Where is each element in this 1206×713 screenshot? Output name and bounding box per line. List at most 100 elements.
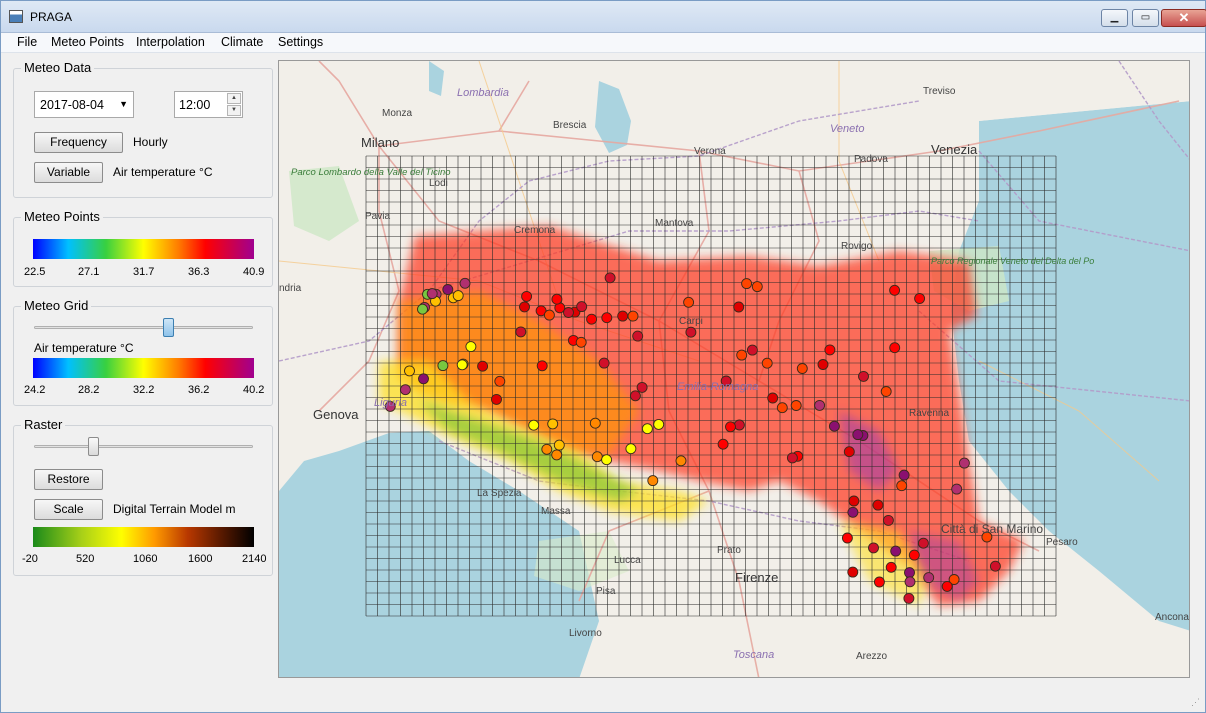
meteo-point-marker bbox=[417, 303, 428, 315]
meteo-point-marker bbox=[683, 296, 695, 308]
city-label: Genova bbox=[313, 407, 359, 422]
meteo-point-marker bbox=[591, 451, 603, 463]
scale-button[interactable]: Scale bbox=[34, 499, 103, 520]
meteo-point-marker bbox=[790, 400, 802, 411]
meteo-point-marker bbox=[399, 384, 411, 396]
app-window: PRAGA ▁ ▭ ✕ File Meteo Points Interpolat… bbox=[0, 0, 1206, 713]
town-label: Massa bbox=[541, 506, 571, 517]
meteo-points-title: Meteo Points bbox=[21, 209, 103, 224]
meteo-grid-colorbar bbox=[33, 358, 254, 378]
minimize-button[interactable]: ▁ bbox=[1101, 9, 1128, 27]
meteo-point-marker bbox=[736, 349, 748, 361]
time-spinbox[interactable]: 12:00 ▲ ▼ bbox=[174, 91, 243, 118]
variable-value: Air temperature °C bbox=[113, 165, 213, 179]
menu-climate[interactable]: Climate bbox=[221, 35, 263, 49]
town-label: Brescia bbox=[553, 120, 587, 131]
meteo-point-marker bbox=[824, 344, 836, 356]
meteo-point-marker bbox=[494, 375, 506, 387]
park-label: Parco Lombardo della Valle del Ticino bbox=[291, 167, 451, 178]
meteo-point-marker bbox=[817, 359, 829, 370]
meteo-point-marker bbox=[465, 341, 477, 353]
raster-panel: Raster Restore Scale Digital Terrain Mod… bbox=[13, 417, 273, 576]
meteo-point-marker bbox=[917, 537, 929, 549]
points-tick-4: 40.9 bbox=[243, 266, 265, 278]
restore-button[interactable]: Restore bbox=[34, 469, 103, 490]
meteo-point-marker bbox=[889, 284, 901, 296]
meteo-points-colorbar bbox=[33, 239, 254, 259]
points-tick-2: 31.7 bbox=[133, 266, 155, 278]
meteo-point-marker bbox=[601, 454, 613, 466]
meteo-point-marker bbox=[914, 293, 926, 304]
meteo-point-marker bbox=[898, 469, 910, 481]
meteo-point-marker bbox=[814, 399, 826, 411]
meteo-point-marker bbox=[604, 272, 616, 284]
raster-tick-4: 2140 bbox=[242, 553, 267, 565]
meteo-point-marker bbox=[923, 572, 935, 584]
date-select[interactable]: 2017-08-04 ▼ bbox=[34, 91, 134, 118]
meteo-point-marker bbox=[908, 549, 920, 561]
time-value: 12:00 bbox=[179, 98, 211, 112]
meteo-point-marker bbox=[598, 357, 610, 369]
meteo-point-marker bbox=[725, 421, 736, 433]
town-label: Ravenna bbox=[909, 408, 949, 419]
meteo-point-marker bbox=[653, 418, 665, 430]
meteo-point-marker bbox=[404, 365, 415, 377]
town-label: Padova bbox=[854, 154, 888, 165]
meteo-point-marker bbox=[989, 560, 1001, 572]
town-label: Carpi bbox=[679, 316, 703, 327]
raster-tick-1: 520 bbox=[76, 553, 95, 565]
frequency-button[interactable]: Frequency bbox=[34, 132, 123, 153]
meteo-grid-slider-handle[interactable] bbox=[163, 318, 174, 337]
meteo-point-marker bbox=[796, 363, 808, 374]
raster-slider-track[interactable] bbox=[34, 445, 253, 448]
meteo-point-marker bbox=[576, 301, 588, 313]
meteo-point-marker bbox=[547, 418, 559, 430]
town-label: Lodi bbox=[429, 178, 448, 189]
meteo-point-marker bbox=[885, 561, 897, 573]
menu-settings[interactable]: Settings bbox=[278, 35, 323, 49]
meteo-point-marker bbox=[786, 452, 798, 464]
meteo-grid-slider-track[interactable] bbox=[34, 326, 253, 329]
city-label: Venezia bbox=[931, 142, 978, 157]
meteo-point-marker bbox=[541, 443, 553, 455]
meteo-grid-variable: Air temperature °C bbox=[34, 341, 134, 355]
town-label: ndria bbox=[279, 283, 302, 294]
grid-tick-2: 32.2 bbox=[133, 384, 155, 396]
close-button[interactable]: ✕ bbox=[1161, 9, 1206, 27]
menu-interpolation[interactable]: Interpolation bbox=[136, 35, 205, 49]
meteo-point-marker bbox=[958, 457, 970, 469]
meteo-point-marker bbox=[647, 475, 659, 487]
variable-button[interactable]: Variable bbox=[34, 162, 103, 183]
town-label: Prato bbox=[717, 545, 741, 556]
meteo-point-marker bbox=[868, 542, 879, 554]
points-tick-1: 27.1 bbox=[78, 266, 100, 278]
meteo-point-marker bbox=[741, 278, 753, 290]
raster-colorbar bbox=[33, 527, 254, 547]
city-label: Firenze bbox=[735, 570, 778, 585]
meteo-point-marker bbox=[519, 301, 530, 313]
meteo-point-marker bbox=[828, 420, 840, 432]
meteo-point-marker bbox=[889, 342, 901, 354]
maximize-button[interactable]: ▭ bbox=[1132, 9, 1159, 27]
meteo-data-title: Meteo Data bbox=[21, 60, 95, 75]
map-view[interactable]: Milano Venezia Genova Firenze Monza Bres… bbox=[278, 60, 1190, 678]
meteo-points-panel: Meteo Points 22.5 27.1 31.7 36.3 40.9 bbox=[13, 209, 273, 287]
window-title: PRAGA bbox=[30, 10, 73, 24]
map-canvas[interactable]: Milano Venezia Genova Firenze Monza Bres… bbox=[279, 61, 1190, 678]
meteo-point-marker bbox=[459, 277, 471, 289]
meteo-point-marker bbox=[847, 506, 859, 518]
resize-grip-icon[interactable]: ⋰ bbox=[1191, 697, 1200, 708]
spin-down-icon[interactable]: ▼ bbox=[227, 105, 241, 116]
spin-up-icon[interactable]: ▲ bbox=[227, 93, 241, 104]
menu-file[interactable]: File bbox=[17, 35, 37, 49]
park-label: Parco Regionale Veneto del Delta del Po bbox=[931, 256, 1094, 266]
meteo-point-marker bbox=[553, 439, 565, 451]
meteo-point-marker bbox=[563, 307, 574, 318]
meteo-point-marker bbox=[841, 532, 853, 544]
town-label: Ancona bbox=[1155, 612, 1189, 623]
meteo-point-marker bbox=[872, 499, 884, 511]
raster-slider-handle[interactable] bbox=[88, 437, 99, 456]
menu-meteo-points[interactable]: Meteo Points bbox=[51, 35, 124, 49]
town-label: Città di San Marino bbox=[941, 522, 1043, 536]
town-label: Lucca bbox=[614, 555, 641, 566]
